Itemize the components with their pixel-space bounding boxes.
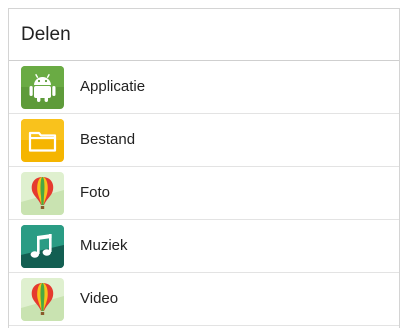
android-app-icon <box>21 66 64 109</box>
share-option-label: Bestand <box>80 131 136 148</box>
folder-icon <box>21 119 64 162</box>
share-dialog: Delen Applicatie Bestand Foto Muziek Vid… <box>8 8 400 328</box>
music-note-icon <box>21 225 64 268</box>
gallery-balloon-icon <box>21 172 64 215</box>
share-option-video[interactable]: Video <box>9 273 399 326</box>
share-option-label: Foto <box>80 184 111 201</box>
share-option-foto[interactable]: Foto <box>9 167 399 220</box>
dialog-title: Delen <box>9 9 399 61</box>
share-option-label: Video <box>80 290 119 307</box>
share-option-label: Applicatie <box>80 78 146 95</box>
video-balloon-icon <box>21 278 64 321</box>
share-option-bestand[interactable]: Bestand <box>9 114 399 167</box>
share-option-muziek[interactable]: Muziek <box>9 220 399 273</box>
share-option-label: Muziek <box>80 237 128 254</box>
share-option-applicatie[interactable]: Applicatie <box>9 61 399 114</box>
